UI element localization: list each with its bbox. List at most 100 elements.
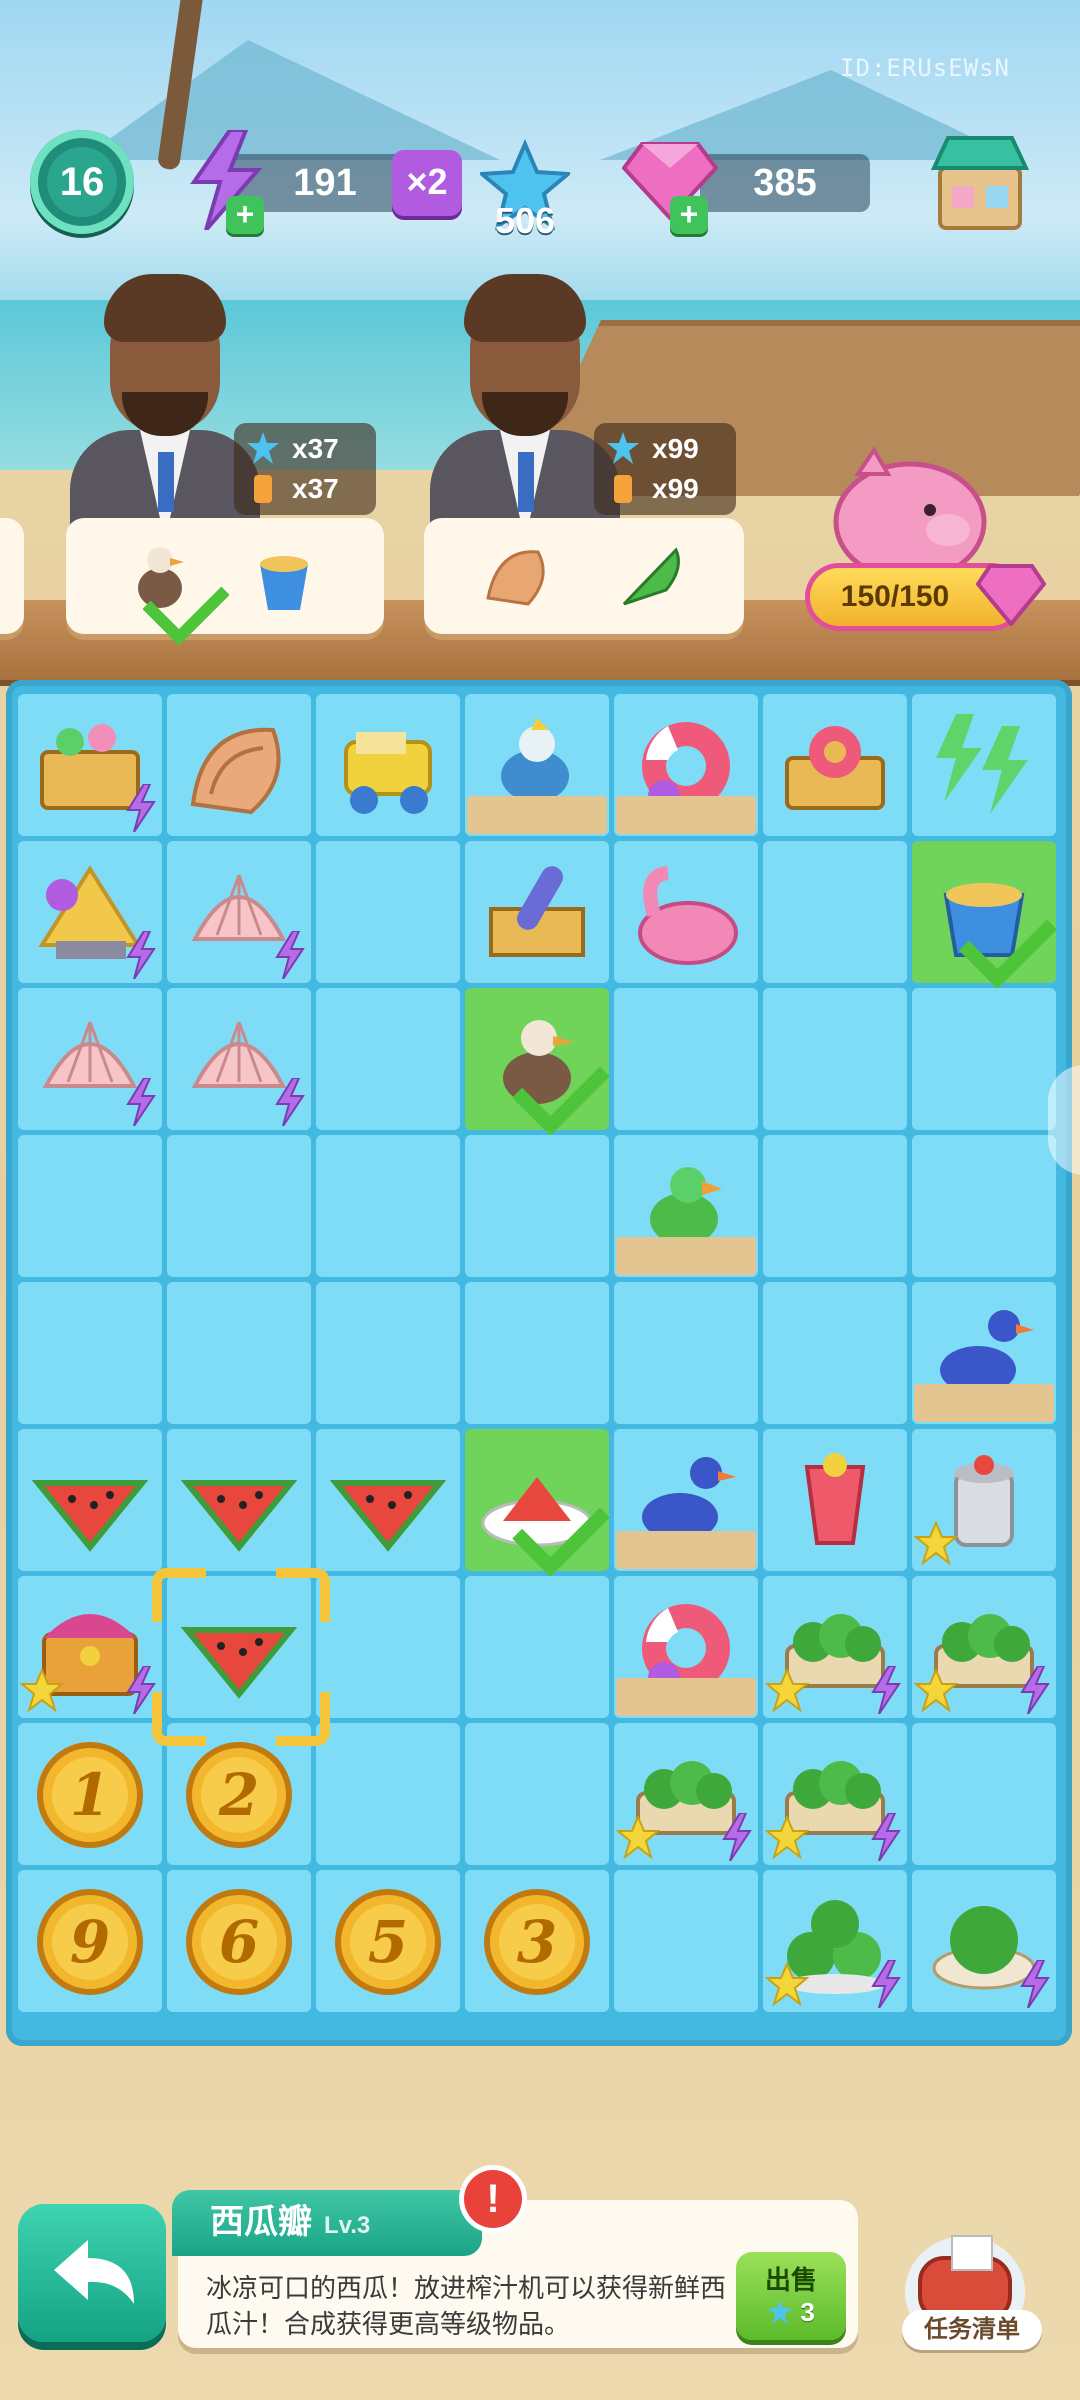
- energy-multiplier-button[interactable]: ×2: [392, 150, 462, 216]
- board-cell-watermelon-cart[interactable]: [614, 1723, 758, 1865]
- energy-badge-icon: [275, 1078, 305, 1126]
- board-cell-empty[interactable]: [912, 1723, 1056, 1865]
- board-cell-empty[interactable]: [18, 1282, 162, 1424]
- board-cell-flamingo-float[interactable]: [614, 841, 758, 983]
- shop-icon[interactable]: [930, 128, 1030, 238]
- board-cell-sand-truck[interactable]: [316, 694, 460, 836]
- order-reward-2: x99 x99: [594, 423, 736, 515]
- board-cell-empty[interactable]: [912, 1135, 1056, 1277]
- board-cell-coin[interactable]: 5: [316, 1870, 460, 2012]
- board-cell-cockatoo[interactable]: [465, 694, 609, 836]
- board-cell-empty[interactable]: [167, 1135, 311, 1277]
- board-cell-empty[interactable]: [316, 1723, 460, 1865]
- board-cell-picnic-basket[interactable]: [18, 694, 162, 836]
- order-card-offscreen[interactable]: [0, 518, 24, 634]
- board-cell-empty[interactable]: [465, 1576, 609, 1718]
- board-cell-blue-bird[interactable]: [614, 1429, 758, 1571]
- board-cell-watermelon-bowl[interactable]: [912, 1870, 1056, 2012]
- level-badge[interactable]: 16: [30, 130, 134, 234]
- board-cell-clam-shell[interactable]: [167, 841, 311, 983]
- board-cell-empty[interactable]: [316, 841, 460, 983]
- board-cell-seagull[interactable]: [465, 988, 610, 1136]
- board-cell-energy-pile[interactable]: [912, 694, 1056, 836]
- star-icon: [607, 432, 639, 464]
- reward-stars: x37: [292, 433, 339, 464]
- add-energy-button[interactable]: +: [226, 196, 264, 234]
- board-cell-watermelon-pile[interactable]: [763, 1870, 907, 2012]
- board-cell-empty[interactable]: [316, 988, 460, 1130]
- selection-corner: [152, 1568, 206, 1622]
- board-cell-empty[interactable]: [465, 1135, 609, 1277]
- coin-icon: [186, 1889, 292, 1995]
- conch-shell-icon: [190, 727, 281, 815]
- board-cell-watermelon-slice[interactable]: [167, 1429, 311, 1571]
- back-button[interactable]: [18, 2204, 166, 2342]
- board-cell-sand-bucket[interactable]: [912, 841, 1057, 989]
- juice-icon: [614, 475, 632, 503]
- side-drawer-handle[interactable]: [1048, 1065, 1080, 1175]
- coin-icon: [186, 1742, 292, 1848]
- board-cell-swim-ring[interactable]: [614, 1576, 758, 1718]
- board-cell-watermelon-slice[interactable]: [18, 1429, 162, 1571]
- alert-icon[interactable]: !: [464, 2170, 522, 2228]
- task-list-label[interactable]: 任务清单: [902, 2310, 1042, 2350]
- board-cell-empty[interactable]: [316, 1576, 460, 1718]
- sell-button[interactable]: 出售 3: [736, 2252, 846, 2340]
- board-cell-juicer[interactable]: [912, 1429, 1056, 1571]
- board-cell-swim-ring[interactable]: [614, 694, 758, 836]
- board-cell-conch-shell[interactable]: [167, 694, 311, 836]
- board-cell-empty[interactable]: [763, 1282, 907, 1424]
- board-cell-giant-seashell[interactable]: [18, 841, 162, 983]
- energy-value: 191: [293, 161, 357, 204]
- cockatoo-icon: [501, 718, 569, 802]
- order-card-1[interactable]: [66, 518, 384, 646]
- board-cell-empty[interactable]: [614, 988, 758, 1130]
- board-cell-empty[interactable]: [763, 841, 907, 983]
- board-cell-ring-crate[interactable]: [763, 694, 907, 836]
- add-gems-button[interactable]: +: [670, 196, 708, 234]
- reward-stars: x99: [652, 433, 699, 464]
- energy-badge-icon: [126, 1078, 156, 1126]
- board-cell-coin[interactable]: 9: [18, 1870, 162, 2012]
- item-name: 西瓜瓣: [210, 2203, 312, 2241]
- board-cell-surf-crate[interactable]: [465, 841, 609, 983]
- board-cell-watermelon-plate[interactable]: [465, 1429, 610, 1577]
- board-cell-clam-shell[interactable]: [18, 988, 162, 1130]
- coin-icon: [37, 1742, 143, 1848]
- board-cell-empty[interactable]: [465, 1723, 609, 1865]
- board-cell-empty[interactable]: [614, 1282, 758, 1424]
- order-card-2[interactable]: [424, 518, 744, 634]
- board-cell-watermelon-juice[interactable]: [763, 1429, 907, 1571]
- merge-board[interactable]: 129653: [6, 680, 1072, 2046]
- board-cell-empty[interactable]: [316, 1135, 460, 1277]
- board-cell-coin[interactable]: 1: [18, 1723, 162, 1865]
- star-badge-icon: [914, 1521, 958, 1565]
- board-cell-coin[interactable]: 6: [167, 1870, 311, 2012]
- board-cell-treasure-chest[interactable]: [18, 1576, 162, 1718]
- board-cell-empty[interactable]: [912, 988, 1056, 1130]
- board-cell-blue-bird[interactable]: [912, 1282, 1056, 1424]
- board-cell-parrot[interactable]: [614, 1135, 758, 1277]
- board-cell-watermelon-cart[interactable]: [763, 1723, 907, 1865]
- board-cell-empty[interactable]: [167, 1282, 311, 1424]
- board-cell-watermelon-slice[interactable]: [316, 1429, 460, 1571]
- undo-arrow-icon: [54, 2240, 134, 2304]
- player-id: ID:ERUsEWsN: [840, 54, 1010, 82]
- star-icon: [247, 432, 279, 464]
- flamingo-float-icon: [638, 866, 738, 965]
- board-cell-clam-shell[interactable]: [167, 988, 311, 1130]
- board-cell-empty[interactable]: [614, 1870, 758, 2012]
- board-cell-coin[interactable]: 3: [465, 1870, 609, 2012]
- board-cell-watermelon-cart[interactable]: [912, 1576, 1056, 1718]
- board-cell-empty[interactable]: [763, 988, 907, 1130]
- energy-badge-icon: [871, 1960, 901, 2008]
- board-cell-empty[interactable]: [465, 1282, 609, 1424]
- board-cell-empty[interactable]: [18, 1135, 162, 1277]
- board-cell-watermelon-cart[interactable]: [763, 1576, 907, 1718]
- energy-badge-icon: [722, 1813, 752, 1861]
- ring-crate-icon: [785, 726, 885, 810]
- board-cell-empty[interactable]: [763, 1135, 907, 1277]
- star-badge-icon: [914, 1668, 958, 1712]
- board-cell-empty[interactable]: [316, 1282, 460, 1424]
- blue-bird-icon: [940, 1310, 1034, 1394]
